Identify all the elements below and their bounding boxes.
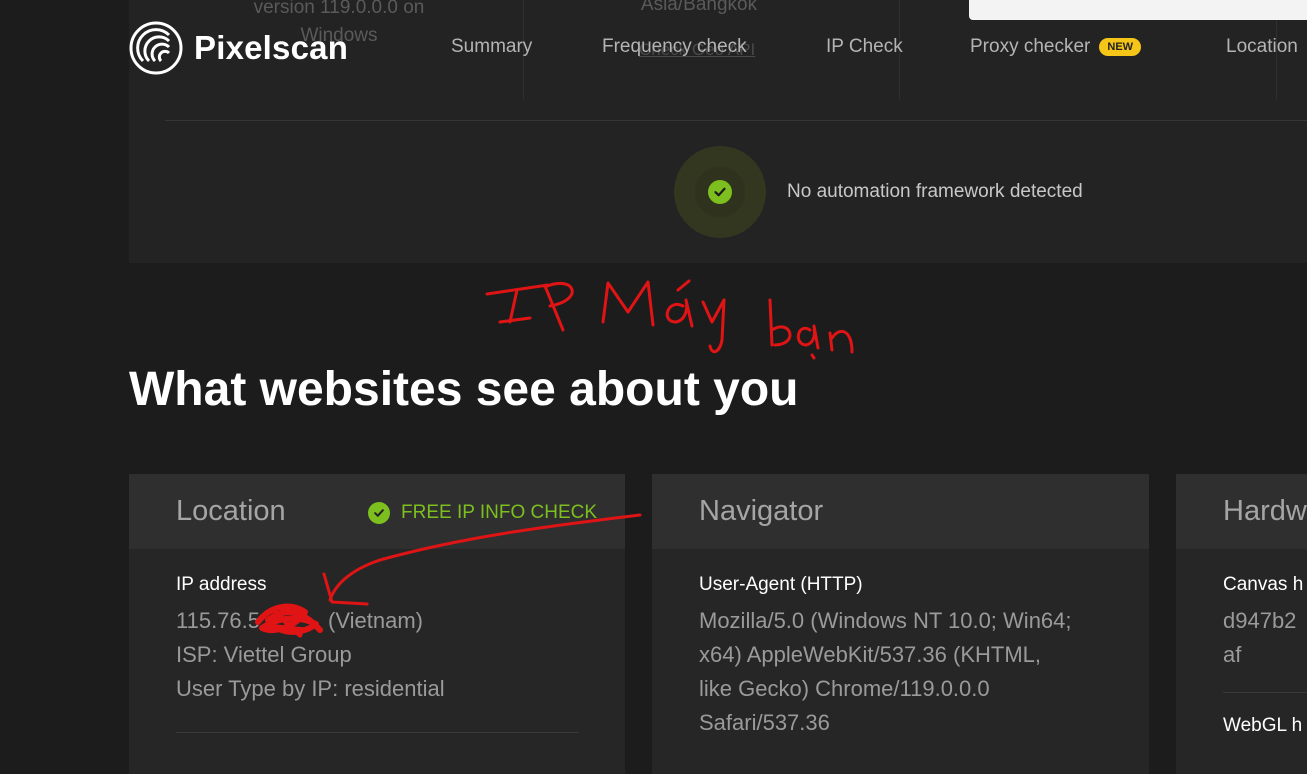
handwritten-annotation	[255, 279, 854, 638]
